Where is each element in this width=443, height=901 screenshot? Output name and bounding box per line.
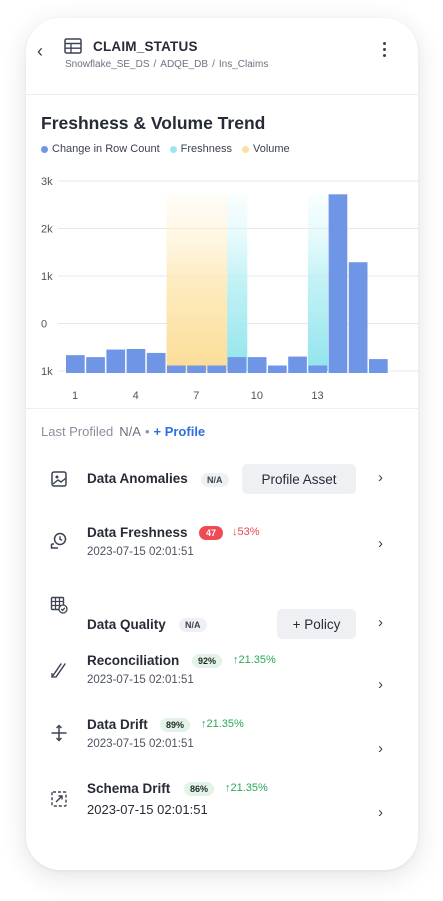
- row-timestamp: 2023-07-15 02:01:51: [87, 674, 194, 686]
- x-tick-label: 7: [193, 390, 199, 402]
- x-tick-label: 13: [311, 390, 323, 402]
- row-data-quality[interactable]: Data Quality N/A + Policy ›: [26, 580, 418, 639]
- score-badge: 86%: [184, 782, 215, 796]
- bar: [106, 349, 126, 373]
- add-policy-button[interactable]: + Policy: [277, 609, 356, 639]
- y-tick-label: 2k: [41, 224, 53, 236]
- chevron-right-icon[interactable]: ›: [378, 740, 383, 757]
- score-badge: 89%: [160, 718, 191, 732]
- freshness-highlight: [227, 195, 248, 371]
- profile-link[interactable]: + Profile: [154, 424, 206, 439]
- legend-item-volume[interactable]: Volume: [241, 143, 290, 155]
- image-icon: [51, 471, 67, 487]
- chart-card: Freshness & Volume Trend Change in Row C…: [26, 94, 418, 409]
- chart-title: Freshness & Volume Trend: [41, 113, 266, 133]
- status-badge: N/A: [179, 618, 207, 632]
- bar: [288, 356, 307, 373]
- bar: [308, 365, 328, 373]
- schema-drift-icon: [51, 791, 67, 807]
- bar: [227, 357, 247, 373]
- breadcrumb-item[interactable]: Ins_Claims: [219, 59, 268, 70]
- bar: [146, 352, 166, 373]
- chevron-right-icon[interactable]: ›: [378, 804, 383, 821]
- bar: [86, 357, 105, 373]
- bullet-separator: •: [144, 424, 150, 439]
- status-badge: N/A: [201, 473, 229, 487]
- bar: [187, 365, 206, 373]
- row-title: Reconciliation: [87, 653, 180, 668]
- row-title: Data Freshness: [87, 525, 188, 540]
- chevron-right-icon[interactable]: ›: [378, 469, 383, 486]
- trend-delta: ↑21.35%: [201, 718, 244, 730]
- y-tick-label: 1k: [41, 271, 53, 283]
- bar: [167, 365, 186, 373]
- x-tick-label: 4: [133, 390, 139, 402]
- y-tick-label: 3k: [41, 176, 53, 188]
- breadcrumb: Snowflake_SE_DS / ADQE_DB / Ins_Claims: [65, 59, 268, 70]
- y-tick-label: 1k: [41, 366, 53, 378]
- bar: [66, 355, 85, 373]
- alert-count-badge: 47: [199, 526, 224, 540]
- row-title: Data Quality: [87, 617, 166, 632]
- row-data-anomalies[interactable]: Data Anomalies N/A Profile Asset ›: [26, 452, 418, 504]
- chevron-right-icon[interactable]: ›: [378, 535, 383, 552]
- x-tick-label: 1: [72, 390, 78, 402]
- bar: [268, 365, 287, 373]
- bar: [207, 365, 227, 373]
- profile-asset-button[interactable]: Profile Asset: [242, 464, 356, 494]
- breadcrumb-item[interactable]: ADQE_DB: [160, 59, 208, 70]
- row-data-drift[interactable]: Data Drift 89% ↑21.35% 2023-07-15 02:01:…: [26, 710, 418, 762]
- chevron-right-icon[interactable]: ›: [378, 676, 383, 693]
- row-schema-drift[interactable]: Schema Drift 86% ↑21.35% 2023-07-15 02:0…: [26, 774, 418, 826]
- bar: [126, 349, 146, 373]
- chevron-right-icon[interactable]: ›: [378, 614, 383, 631]
- bar: [369, 359, 388, 373]
- row-title: Data Anomalies: [87, 471, 188, 486]
- legend-dot: [169, 145, 177, 153]
- bar: [328, 194, 348, 373]
- row-title: Data Drift: [87, 717, 148, 732]
- reconcile-icon: [51, 663, 66, 678]
- y-tick-label: 0: [41, 319, 47, 331]
- freshness-highlight: [307, 195, 329, 371]
- drift-icon: [51, 724, 67, 742]
- more-options-icon[interactable]: [378, 42, 390, 64]
- legend-dot: [241, 145, 249, 153]
- last-profiled-value: N/A: [119, 424, 141, 439]
- bar: [348, 262, 368, 373]
- trend-delta: ↑21.35%: [233, 654, 276, 666]
- trend-chart: 3k 2k 1k 0 1k 1 4 7 10 13: [41, 176, 418, 402]
- row-timestamp: 2023-07-15 02:01:51: [87, 738, 194, 750]
- row-title: Schema Drift: [87, 781, 171, 796]
- grid-check-icon: [50, 596, 68, 614]
- trend-delta: ↑21.35%: [225, 782, 268, 794]
- legend-label: Change in Row Count: [52, 143, 160, 155]
- breadcrumb-separator: /: [212, 59, 215, 70]
- legend-dot: [41, 145, 48, 153]
- row-timestamp: 2023-07-15 02:01:51: [87, 802, 208, 817]
- table-icon: [64, 38, 82, 54]
- legend-item-freshness[interactable]: Freshness: [169, 143, 232, 155]
- last-profiled-line: Last Profiled N/A • + Profile: [41, 424, 205, 439]
- row-data-freshness[interactable]: Data Freshness 47 ↓53% 2023-07-15 02:01:…: [26, 518, 418, 570]
- chart-legend: Change in Row Count Freshness Volume: [41, 143, 290, 155]
- breadcrumb-item[interactable]: Snowflake_SE_DS: [65, 59, 150, 70]
- phone-frame: ‹ CLAIM_STATUS Snowflake_SE_DS / ADQE_DB / I…: [26, 18, 418, 870]
- x-tick-label: 10: [251, 390, 263, 402]
- bar: [247, 357, 267, 373]
- trend-delta: ↓53%: [232, 526, 260, 538]
- last-profiled-label: Last Profiled: [41, 424, 114, 439]
- breadcrumb-separator: /: [153, 59, 157, 70]
- legend-item-row-count[interactable]: Change in Row Count: [41, 143, 160, 155]
- clock-icon: [50, 532, 67, 549]
- legend-label: Freshness: [180, 143, 232, 155]
- header: ‹ CLAIM_STATUS Snowflake_SE_DS / ADQE_DB / I…: [26, 18, 418, 94]
- back-icon[interactable]: ‹: [37, 42, 51, 60]
- volume-highlight: [166, 195, 228, 371]
- row-reconciliation[interactable]: Reconciliation 92% ↑21.35% 2023-07-15 02…: [26, 646, 418, 698]
- score-badge: 92%: [192, 654, 223, 668]
- legend-label: Volume: [252, 143, 290, 155]
- page-title: CLAIM_STATUS: [93, 39, 198, 54]
- row-timestamp: 2023-07-15 02:01:51: [87, 546, 194, 558]
